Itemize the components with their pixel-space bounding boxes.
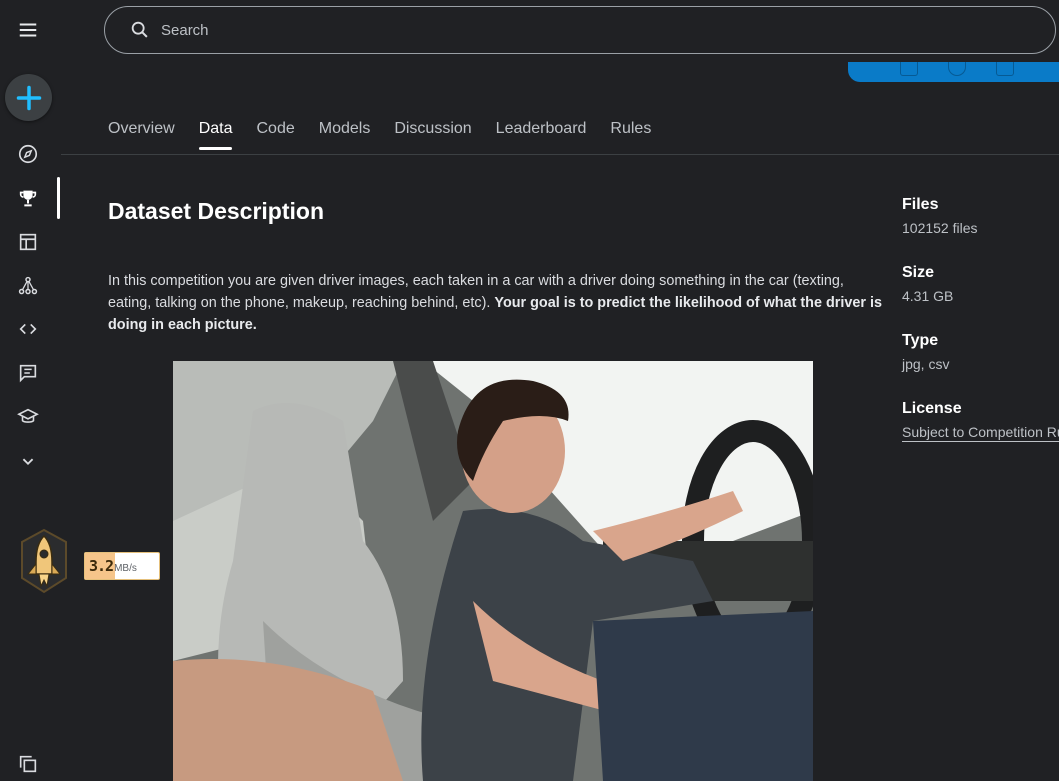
chevron-down-icon [22,458,34,466]
plus-icon [16,85,41,110]
license-info: License Subject to Competition Rules [902,400,1059,442]
speed-value: 3.2 [89,557,114,575]
size-info: Size 4.31 GB [902,264,1059,304]
rocket-icon [21,528,67,594]
code-icon [19,323,37,335]
trophy-icon [19,190,37,207]
search-bar[interactable]: Search [104,6,1056,54]
sidebar-item-datasets[interactable] [8,224,48,260]
discussion-icon [19,364,37,383]
search-placeholder: Search [161,21,209,39]
tabs-divider [61,154,1059,155]
size-label: Size [902,264,935,281]
tab-discussion[interactable]: Discussion [394,112,471,150]
files-value: 102152 files [902,220,978,236]
files-info: Files 102152 files [902,196,1059,236]
sidebar-item-more[interactable] [8,443,48,479]
speed-readout: 3.2 MB/s [84,552,160,580]
table-icon [19,233,37,251]
sidebar [0,0,61,781]
license-link[interactable]: Subject to Competition Rules [902,424,1059,442]
license-label: License [902,400,962,417]
sidebar-item-home[interactable] [8,136,48,172]
type-value: jpg, csv [902,356,950,372]
type-info: Type jpg, csv [902,332,1059,372]
speed-unit: MB/s [114,562,137,574]
size-value: 4.31 GB [902,288,954,304]
download-speed-widget[interactable]: 3.2 MB/s [18,528,160,594]
banner-icon [996,62,1014,76]
tab-overview[interactable]: Overview [108,112,175,150]
files-label: Files [902,196,939,213]
models-icon [18,276,38,295]
tab-leaderboard[interactable]: Leaderboard [496,112,587,150]
driver-image [173,361,813,781]
page-title: Dataset Description [108,198,325,224]
sidebar-item-models[interactable] [8,268,48,304]
banner-icon [948,62,966,76]
create-button[interactable] [5,74,52,121]
sidebar-item-competitions[interactable] [8,180,48,216]
learn-icon [17,408,39,423]
banner-icon [900,62,918,76]
compass-icon [18,144,38,164]
menu-icon[interactable] [8,12,48,48]
type-label: Type [902,332,939,349]
dataset-description: In this competition you are given driver… [108,270,888,336]
competition-tabs: Overview Data Code Models Discussion Lea… [108,112,675,150]
active-indicator [57,177,60,219]
sidebar-item-code[interactable] [8,311,48,347]
search-icon [131,21,148,38]
notification-banner[interactable] [848,62,1059,82]
tab-code[interactable]: Code [256,112,294,150]
sidebar-item-recent[interactable] [8,746,48,781]
sidebar-item-learn[interactable] [8,399,48,435]
tab-data[interactable]: Data [198,112,232,150]
tab-rules[interactable]: Rules [610,112,651,150]
tab-models[interactable]: Models [319,112,371,150]
copy-icon [19,755,37,773]
sidebar-item-discussions[interactable] [8,355,48,391]
